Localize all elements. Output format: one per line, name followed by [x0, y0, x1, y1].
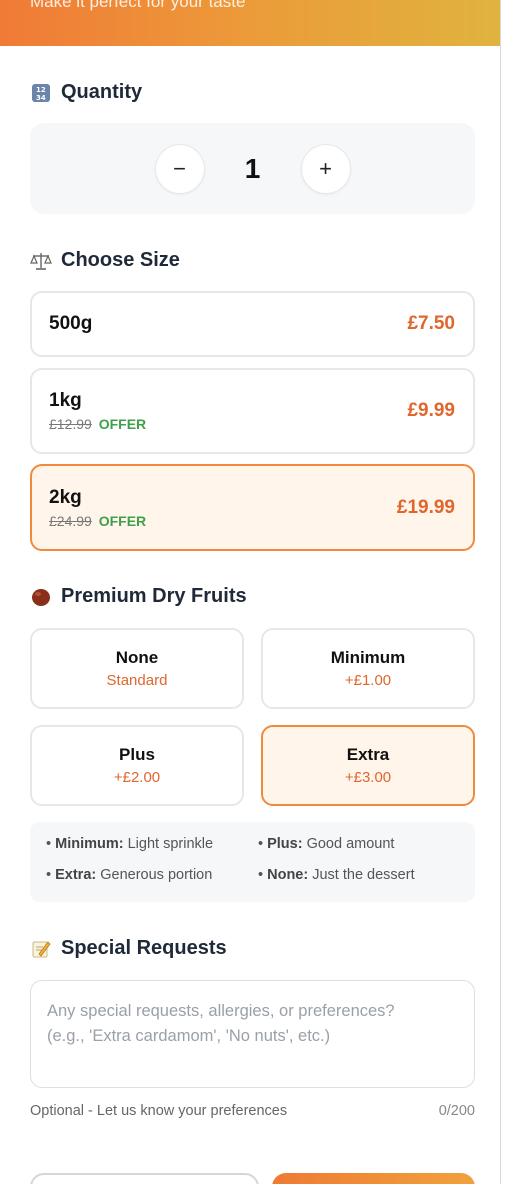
fruit-option-price: +£3.00 [344, 769, 392, 786]
fruit-option-name: None [115, 648, 159, 667]
dry-fruits-label: Premium Dry Fruits [61, 585, 247, 607]
special-requests-input[interactable]: Any special requests, allergies, or pref… [30, 980, 475, 1088]
fruit-option-price: +£1.00 [344, 672, 392, 689]
primary-action-button[interactable] [272, 1173, 475, 1184]
header-banner: Make it perfect for your taste [0, 0, 500, 46]
size-option-500g[interactable]: 500g £7.50 [30, 291, 475, 357]
fruit-option-minimum[interactable]: Minimum +£1.00 [261, 628, 475, 709]
memo-icon [30, 938, 52, 960]
scales-icon [30, 250, 52, 272]
dry-fruits-legend: • Minimum: Light sprinkle • Plus: Good a… [30, 822, 475, 902]
scroll-edge [500, 0, 512, 1184]
quantity-title: 12 34 Quantity [30, 81, 142, 104]
dry-fruits-title: Premium Dry Fruits [30, 585, 247, 608]
legend-item: • None: Just the dessert [258, 867, 415, 883]
decrease-quantity-button[interactable]: − [154, 143, 205, 194]
size-name: 1kg [49, 390, 82, 411]
special-requests-title: Special Requests [30, 937, 227, 960]
character-counter: 0/200 [438, 1103, 475, 1119]
fruit-option-name: Minimum [330, 648, 406, 667]
offer-badge: OFFER [98, 416, 147, 432]
increase-quantity-button[interactable]: + [300, 143, 351, 194]
svg-text:34: 34 [36, 94, 46, 102]
size-option-1kg[interactable]: 1kg £12.99 OFFER £9.99 [30, 368, 475, 454]
size-label: Choose Size [61, 249, 180, 271]
size-option-2kg[interactable]: 2kg £24.99 OFFER £19.99 [30, 464, 475, 551]
fruit-option-extra[interactable]: Extra +£3.00 [261, 725, 475, 806]
chestnut-icon [30, 586, 52, 608]
size-price: £7.50 [407, 313, 455, 334]
fruit-option-name: Plus [119, 745, 155, 764]
special-requests-placeholder: Any special requests, allergies, or pref… [47, 1002, 395, 1045]
size-name: 2kg [49, 486, 82, 508]
quantity-value: 1 [244, 152, 261, 184]
secondary-action-button[interactable] [30, 1173, 259, 1184]
header-subtitle: Make it perfect for your taste [30, 0, 246, 11]
size-name: 500g [49, 313, 93, 334]
svg-text:12: 12 [36, 86, 46, 94]
legend-item: • Plus: Good amount [258, 836, 395, 852]
quantity-stepper: − 1 + [30, 123, 475, 214]
numbers-icon: 12 34 [30, 82, 52, 104]
size-price: £19.99 [396, 496, 455, 518]
size-price: £9.99 [407, 400, 455, 421]
special-requests-helper: Optional - Let us know your preferences [30, 1103, 288, 1119]
legend-item: • Minimum: Light sprinkle [46, 836, 214, 852]
special-requests-label: Special Requests [61, 937, 227, 959]
quantity-label: Quantity [61, 81, 143, 103]
fruit-option-plus[interactable]: Plus +£2.00 [30, 725, 244, 806]
fruit-option-price: +£2.00 [113, 769, 161, 786]
offer-badge: OFFER [98, 512, 147, 529]
legend-item: • Extra: Generous portion [46, 867, 213, 883]
size-title: Choose Size [30, 249, 180, 272]
fruit-option-none[interactable]: None Standard [30, 628, 244, 709]
old-price: £12.99 [49, 416, 92, 432]
fruit-option-price: Standard [106, 672, 168, 689]
fruit-option-name: Extra [346, 745, 390, 764]
old-price: £24.99 [49, 512, 92, 529]
